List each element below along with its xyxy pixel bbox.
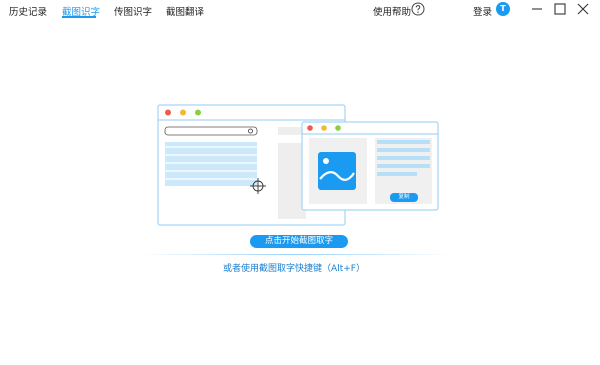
illustration-graphic: [157, 104, 439, 226]
divider: [140, 254, 450, 255]
traffic-green-dot: [195, 109, 201, 116]
traffic-yellow-dot: [180, 109, 186, 116]
search-bar: [164, 126, 258, 136]
shortcut-hint: 或者使用截图取字快捷键（Alt+F）: [223, 264, 365, 274]
traffic-red-dot: [165, 109, 171, 116]
image-icon: [318, 152, 356, 190]
copy-label: 复制: [390, 193, 418, 202]
start-screenshot-button[interactable]: 点击开始截图取字: [250, 235, 348, 248]
